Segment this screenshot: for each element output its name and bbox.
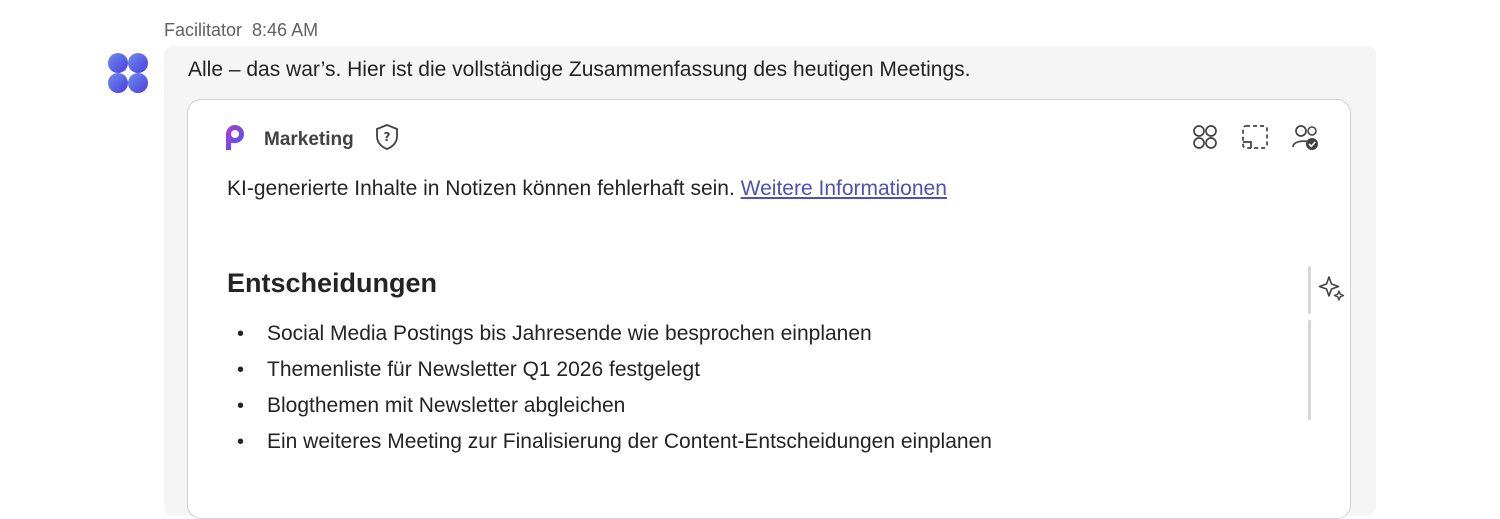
loop-app-icon [222, 122, 252, 157]
bullet: • [237, 395, 245, 417]
copilot-avatar-icon[interactable] [106, 52, 150, 94]
card-toolbar [1190, 122, 1320, 152]
list-item-text: Blogthemen mit Newsletter abgleichen [267, 394, 626, 417]
dashed-select-icon[interactable] [1240, 122, 1270, 152]
card-title: Marketing [264, 128, 354, 150]
svg-text:?: ? [383, 130, 390, 144]
bullet: • [237, 323, 245, 345]
sender-name: Facilitator [164, 20, 243, 40]
scrollbar[interactable] [1308, 266, 1311, 420]
scrollbar-thumb[interactable] [1308, 320, 1311, 420]
decisions-list: • Social Media Postings bis Jahresende wi… [227, 316, 992, 460]
sparkle-icon[interactable] [1318, 274, 1346, 302]
message-time: 8:46 AM [252, 20, 319, 40]
message-text: Alle – das war’s. Hier ist die vollständ… [188, 58, 971, 81]
message-meta: Facilitator 8:46 AM [164, 20, 318, 41]
apps-grid-icon[interactable] [1190, 122, 1220, 152]
list-item-text: Ein weiteres Meeting zur Finalisierung d… [267, 430, 992, 453]
scrollbar-segment[interactable] [1308, 266, 1311, 314]
shield-question-icon[interactable]: ? [374, 123, 400, 156]
list-item: • Themenliste für Newsletter Q1 2026 fest… [227, 352, 992, 388]
people-check-icon[interactable] [1290, 122, 1320, 152]
list-item: • Ein weiteres Meeting zur Finalisierung … [227, 424, 992, 460]
bullet: • [237, 359, 245, 381]
learn-more-link[interactable]: Weitere Informationen [741, 177, 947, 200]
disclaimer-text: KI-generierte Inhalte in Notizen können … [227, 177, 735, 200]
list-item-text: Social Media Postings bis Jahresende wie… [267, 322, 872, 345]
bullet: • [237, 431, 245, 453]
list-item-text: Themenliste für Newsletter Q1 2026 festg… [267, 358, 701, 381]
list-item: • Social Media Postings bis Jahresende wi… [227, 316, 992, 352]
card-header: Marketing ? [222, 122, 400, 157]
ai-disclaimer: KI-generierte Inhalte in Notizen können … [227, 177, 947, 201]
list-item: • Blogthemen mit Newsletter abgleichen [227, 388, 992, 424]
section-heading: Entscheidungen [227, 268, 438, 298]
